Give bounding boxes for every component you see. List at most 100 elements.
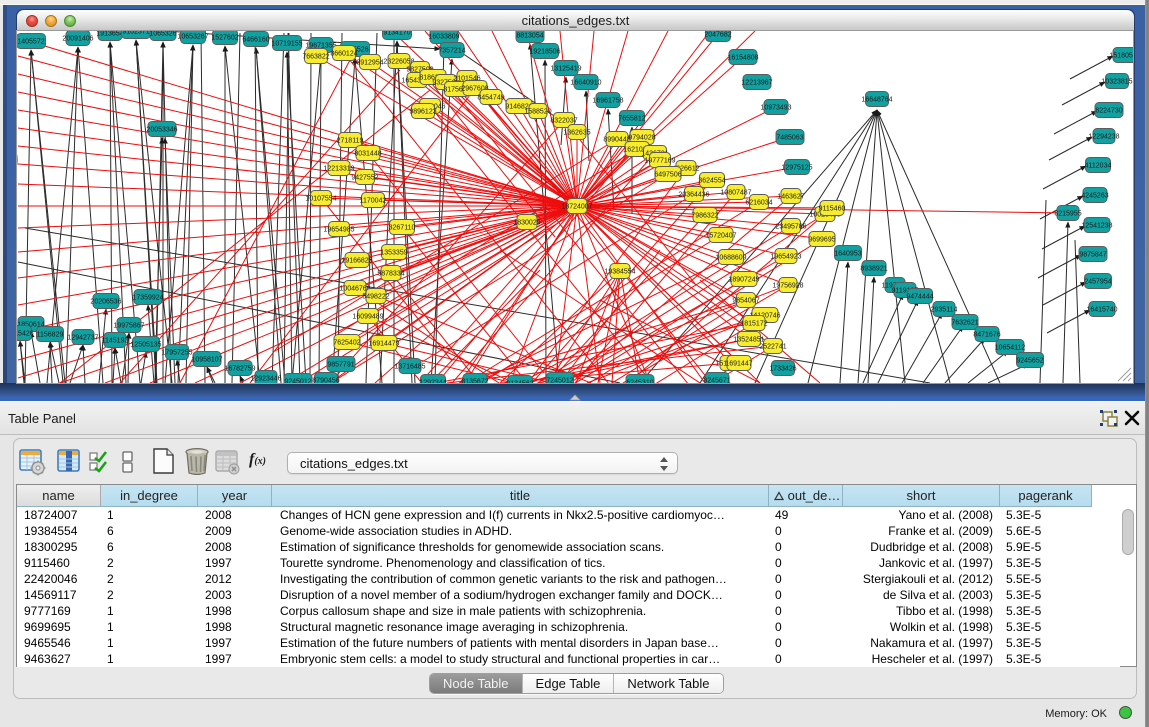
svg-text:1362635: 1362635 (563, 130, 590, 137)
svg-text:9134562: 9134562 (506, 381, 533, 384)
svg-text:3624554: 3624554 (698, 178, 725, 185)
svg-text:2522741: 2522741 (759, 344, 786, 351)
svg-text:6497506: 6497506 (654, 172, 681, 179)
svg-text:6466160: 6466160 (242, 37, 269, 44)
svg-text:1640953: 1640953 (834, 251, 861, 258)
svg-text:16154808: 16154808 (727, 55, 758, 62)
svg-text:7655812: 7655812 (618, 116, 645, 123)
svg-text:9857791: 9857791 (327, 362, 354, 369)
svg-text:9427552: 9427552 (351, 175, 378, 182)
svg-text:5498222: 5498222 (362, 294, 389, 301)
svg-text:23226058: 23226058 (383, 59, 414, 66)
svg-text:12213319: 12213319 (323, 166, 354, 173)
svg-text:15720407: 15720407 (705, 233, 736, 240)
svg-text:10719155: 10719155 (271, 41, 302, 48)
svg-text:2047682: 2047682 (704, 32, 731, 39)
svg-text:9245652: 9245652 (1016, 358, 1043, 365)
svg-text:10654112: 10654112 (995, 345, 1026, 352)
svg-text:19975867: 19975867 (113, 323, 144, 330)
svg-text:12942737: 12942737 (67, 335, 98, 342)
svg-text:20206536: 20206536 (90, 299, 121, 306)
svg-text:16640910: 16640910 (570, 80, 601, 87)
svg-text:3912954: 3912954 (356, 60, 383, 67)
svg-text:19756928: 19756928 (772, 283, 803, 290)
svg-text:18907249: 18907249 (728, 277, 759, 284)
svg-text:7632621: 7632621 (951, 320, 978, 327)
svg-text:16415740: 16415740 (1086, 307, 1117, 314)
svg-text:13125419: 13125419 (550, 66, 581, 73)
svg-text:9474444: 9474444 (906, 294, 933, 301)
svg-text:7357214: 7357214 (438, 48, 465, 55)
svg-text:16782759: 16782759 (224, 366, 255, 373)
svg-text:15180586: 15180586 (1109, 53, 1133, 60)
svg-text:1527602: 1527602 (211, 35, 238, 42)
svg-text:1588520: 1588520 (524, 109, 551, 116)
svg-text:1156829: 1156829 (37, 332, 64, 339)
svg-text:8245671: 8245671 (703, 378, 730, 384)
svg-text:1065326: 1065326 (149, 31, 176, 38)
svg-text:20091406: 20091406 (62, 36, 93, 43)
svg-text:12923446: 12923446 (250, 376, 281, 383)
svg-text:1830029: 1830029 (513, 220, 540, 227)
svg-text:13716485: 13716485 (394, 364, 425, 371)
svg-text:1733426: 1733426 (769, 366, 796, 373)
svg-text:17359924: 17359924 (132, 295, 163, 302)
svg-text:1170042: 1170042 (360, 198, 387, 205)
svg-text:9245012: 9245012 (284, 379, 311, 384)
svg-text:16033809: 16033809 (428, 34, 459, 41)
svg-text:12975125: 12975125 (781, 165, 812, 172)
svg-text:8215955: 8215955 (1054, 211, 1081, 218)
svg-text:8322037: 8322037 (550, 118, 577, 125)
svg-text:3915426: 3915426 (17, 331, 34, 338)
svg-text:1691447: 1691447 (725, 361, 752, 368)
svg-text:8938921: 8938921 (860, 266, 887, 273)
svg-text:6245310: 6245310 (626, 380, 653, 384)
svg-text:12541238: 12541238 (1081, 223, 1112, 230)
svg-text:1145193: 1145193 (102, 338, 129, 345)
svg-text:7485063: 7485063 (776, 135, 803, 142)
svg-text:8471676: 8471676 (973, 332, 1000, 339)
svg-text:9699695: 9699695 (808, 237, 835, 244)
svg-text:1463627: 1463627 (777, 194, 804, 201)
svg-text:10323815: 10323815 (1101, 79, 1132, 86)
svg-text:8454749: 8454749 (477, 95, 504, 102)
svg-text:7245012: 7245012 (546, 378, 573, 384)
svg-text:10688609: 10688609 (715, 255, 746, 262)
svg-text:4112034: 4112034 (1085, 163, 1112, 170)
svg-text:8031448: 8031448 (354, 151, 381, 158)
svg-text:5878334: 5878334 (377, 271, 404, 278)
svg-text:23495786: 23495786 (775, 224, 806, 231)
svg-text:19166825: 19166825 (341, 258, 372, 265)
svg-text:2935114: 2935114 (931, 307, 958, 314)
svg-text:10107554: 10107554 (305, 196, 336, 203)
svg-text:12213967: 12213967 (741, 80, 772, 87)
svg-text:8813054: 8813054 (516, 33, 543, 40)
svg-text:16099489: 16099489 (352, 314, 383, 321)
svg-text:4245263: 4245263 (1081, 193, 1108, 200)
svg-text:7663822: 7663822 (302, 54, 329, 61)
svg-text:16914479: 16914479 (368, 341, 399, 348)
svg-text:8790456: 8790456 (312, 378, 339, 384)
svg-text:19218506: 19218506 (529, 49, 560, 56)
svg-text:9875847: 9875847 (1079, 252, 1106, 259)
svg-text:1405572: 1405572 (17, 39, 44, 46)
svg-text:9794028: 9794028 (628, 135, 655, 142)
svg-text:18724007: 18724007 (561, 204, 592, 211)
svg-text:10653267: 10653267 (177, 34, 208, 41)
svg-text:19654923: 19654923 (770, 254, 801, 261)
svg-text:19384554: 19384554 (604, 269, 635, 276)
svg-text:9134170: 9134170 (383, 31, 410, 37)
svg-text:12505135: 12505135 (130, 342, 161, 349)
svg-text:8224730: 8224730 (1095, 108, 1122, 115)
svg-text:2718119: 2718119 (337, 138, 364, 145)
svg-text:17957255: 17957255 (161, 350, 192, 357)
svg-text:8135672: 8135672 (461, 379, 488, 384)
svg-text:1353359: 1353359 (380, 250, 407, 257)
svg-text:6216034: 6216034 (745, 200, 772, 207)
svg-text:12294238: 12294238 (1088, 134, 1119, 141)
svg-text:1815172: 1815172 (740, 321, 767, 328)
svg-text:9115460: 9115460 (819, 206, 846, 213)
svg-text:2457954: 2457954 (1084, 279, 1111, 286)
svg-text:9854067: 9854067 (732, 298, 759, 305)
svg-text:13524851: 13524851 (733, 337, 764, 344)
